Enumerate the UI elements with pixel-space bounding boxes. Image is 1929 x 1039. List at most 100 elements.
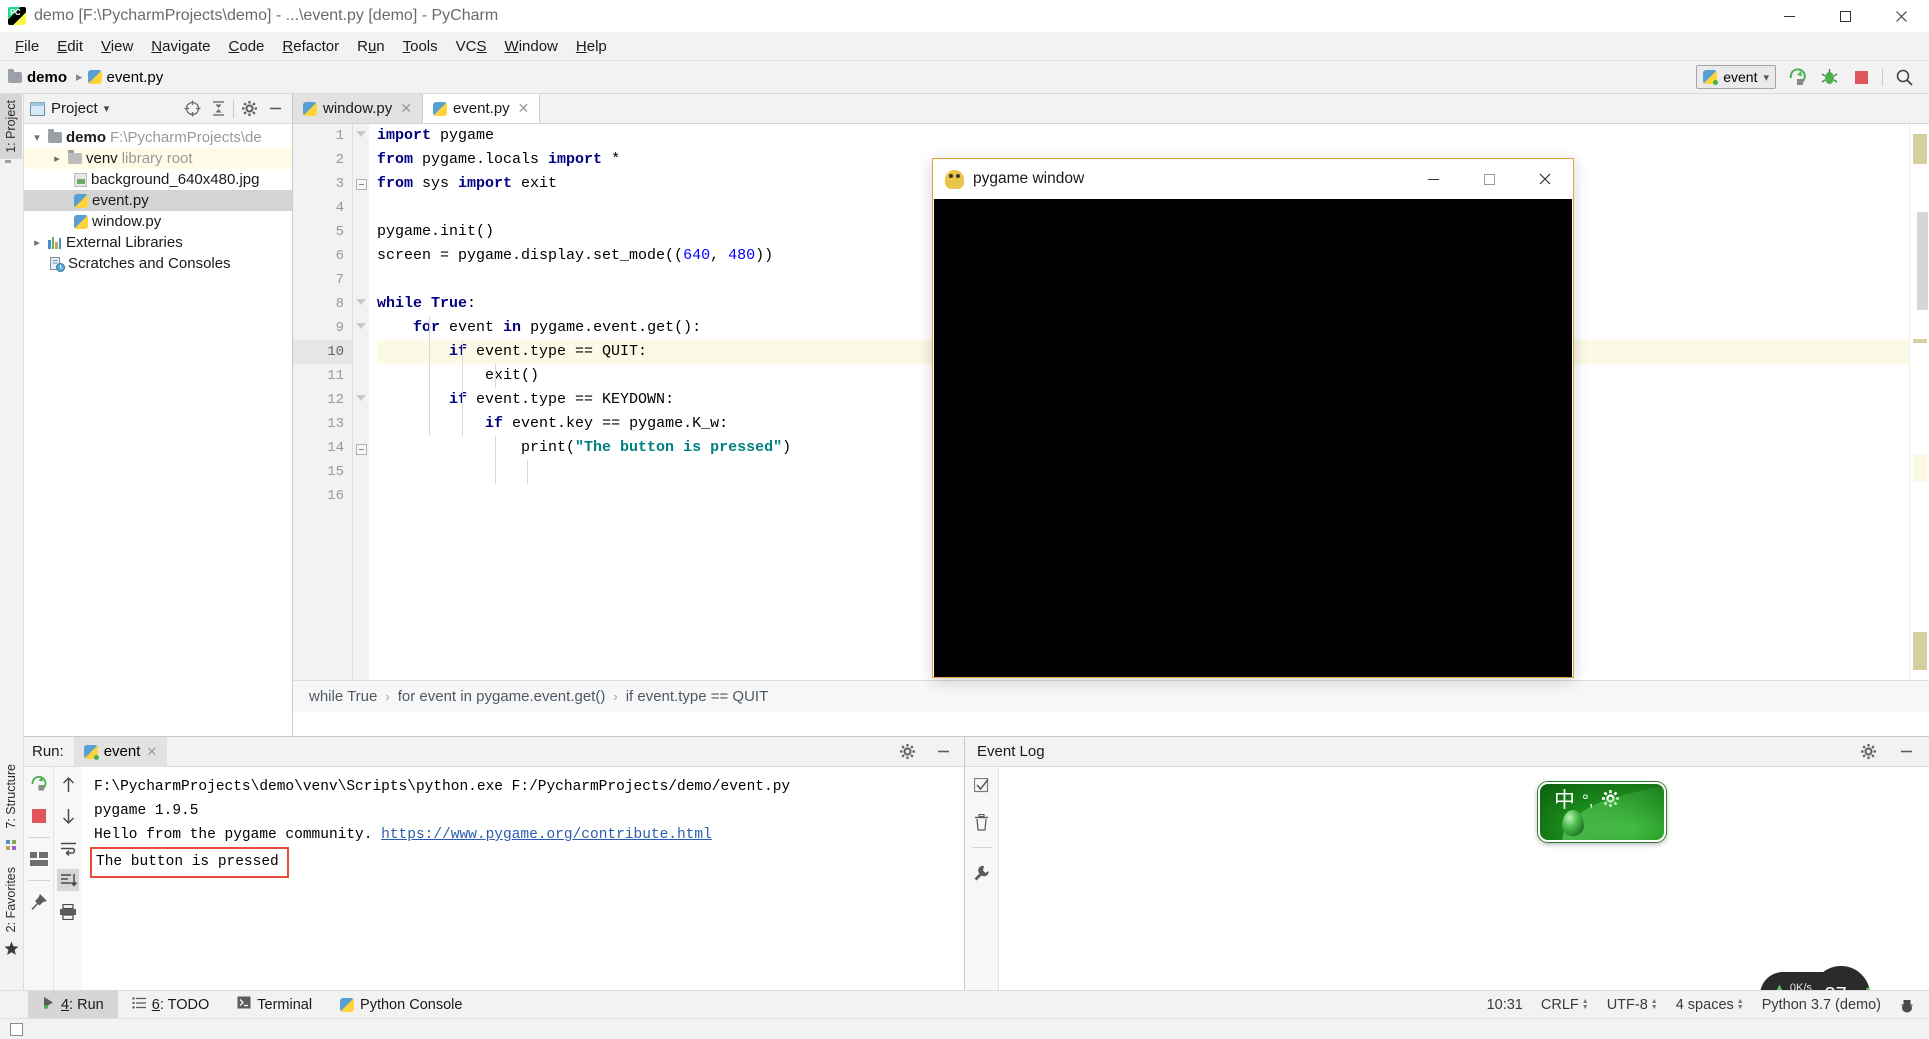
hector-icon[interactable] (1899, 997, 1915, 1013)
fold-marker-icon[interactable] (356, 179, 367, 190)
chevron-down-icon[interactable]: ▾ (30, 131, 44, 144)
window-close-button[interactable] (1873, 0, 1929, 33)
code-folding-gutter[interactable] (353, 124, 369, 680)
fold-marker-icon[interactable] (356, 299, 367, 310)
menu-vcs[interactable]: VCS (447, 35, 496, 58)
error-stripe-marker[interactable] (1913, 632, 1927, 670)
scroll-from-source-icon[interactable] (181, 98, 203, 120)
breadcrumb-item-if[interactable]: if event.type == QUIT (626, 688, 769, 705)
breadcrumb-item-for[interactable]: for event in pygame.event.get() (398, 688, 606, 705)
gear-icon[interactable] (1857, 741, 1879, 763)
arrow-up-icon[interactable] (57, 773, 79, 795)
bottom-tab-run[interactable]: 4: Run (28, 990, 118, 1019)
gear-icon[interactable] (896, 741, 918, 763)
tree-item-external-libraries[interactable]: ▸ External Libraries (24, 232, 292, 253)
fold-marker-icon[interactable] (356, 323, 367, 334)
pygame-title-bar[interactable]: pygame window (933, 159, 1573, 199)
status-interpreter[interactable]: Python 3.7 (demo) (1762, 997, 1881, 1013)
bottom-tab-todo[interactable]: 6: TODO (118, 991, 224, 1019)
wrench-icon[interactable] (971, 862, 993, 884)
ime-language-bar[interactable]: 中 °, (1538, 782, 1666, 842)
error-stripe-marker[interactable] (1913, 134, 1927, 164)
rerun-icon[interactable] (28, 773, 50, 795)
tree-item-scratches[interactable]: Scratches and Consoles (24, 253, 292, 274)
pygame-contribute-link[interactable]: https://www.pygame.org/contribute.html (381, 827, 712, 843)
debug-button[interactable] (1818, 66, 1840, 88)
menu-code[interactable]: Code (220, 35, 274, 58)
fold-marker-icon[interactable] (356, 444, 367, 455)
error-stripe-marker[interactable] (1913, 339, 1927, 343)
status-encoding[interactable]: UTF-8 ▲ ▼ (1607, 997, 1658, 1013)
chevron-right-icon[interactable]: ▸ (50, 152, 64, 165)
tree-item-label: window.py (92, 213, 162, 230)
menu-edit[interactable]: Edit (48, 35, 92, 58)
sidebar-item-project[interactable]: 1: Project (0, 94, 22, 159)
run-configuration-selector[interactable]: event ▾ (1696, 65, 1776, 89)
gear-icon[interactable] (238, 98, 260, 120)
print-icon[interactable] (57, 901, 79, 923)
menu-help[interactable]: Help (567, 35, 616, 58)
mark-read-icon[interactable] (971, 775, 993, 797)
menu-file[interactable]: File (6, 35, 48, 58)
tree-item-event-py[interactable]: event.py (24, 190, 292, 211)
chevron-down-icon: ▾ (1763, 71, 1769, 84)
window-maximize-button[interactable] (1817, 0, 1873, 33)
run-tab-event[interactable]: event ✕ (73, 736, 168, 767)
fold-marker-icon[interactable] (356, 395, 367, 406)
pygame-close-button[interactable] (1517, 159, 1573, 199)
window-restore-icon[interactable] (10, 1022, 23, 1036)
sidebar-item-structure[interactable]: 7: Structure (0, 758, 22, 835)
run-console-output[interactable]: F:\PycharmProjects\demo\venv\Scripts\pyt… (82, 767, 964, 991)
tab-window-py[interactable]: window.py ✕ (293, 94, 423, 123)
tree-item-demo[interactable]: ▾ demo F:\PycharmProjects\de (24, 127, 292, 148)
menu-navigate[interactable]: Navigate (142, 35, 219, 58)
tree-item-label: event.py (92, 192, 149, 209)
tree-item-window-py[interactable]: window.py (24, 211, 292, 232)
tab-event-py[interactable]: event.py ✕ (422, 94, 541, 123)
tree-item-background-image[interactable]: background_640x480.jpg (24, 169, 292, 190)
status-indent[interactable]: 4 spaces ▲ ▼ (1676, 997, 1744, 1013)
trash-icon[interactable] (971, 811, 993, 833)
pygame-canvas[interactable] (934, 199, 1572, 677)
pin-icon[interactable] (28, 891, 50, 913)
window-minimize-button[interactable] (1761, 0, 1817, 33)
breadcrumb-file[interactable]: event.py (87, 69, 163, 86)
menu-refactor[interactable]: Refactor (273, 35, 348, 58)
menu-run[interactable]: Run (348, 35, 394, 58)
tree-item-venv[interactable]: ▸ venv library root (24, 148, 292, 169)
search-icon[interactable] (1893, 66, 1915, 88)
close-icon[interactable]: ✕ (518, 100, 530, 117)
collapse-all-icon[interactable] (207, 98, 229, 120)
layout-icon[interactable] (28, 848, 50, 870)
editor-scrollbar-thumb[interactable] (1917, 212, 1928, 310)
breadcrumb-project[interactable]: demo (8, 68, 67, 86)
menu-window[interactable]: Window (496, 35, 567, 58)
line-number: 9 (335, 320, 344, 336)
project-panel-caret-icon[interactable]: ▾ (104, 102, 110, 115)
bottom-tab-terminal[interactable]: Terminal (223, 991, 326, 1019)
close-icon[interactable]: ✕ (146, 744, 157, 760)
stop-icon[interactable] (28, 805, 50, 827)
hide-panel-icon[interactable] (264, 98, 286, 120)
fold-marker-icon[interactable] (356, 131, 367, 142)
stop-button[interactable] (1850, 66, 1872, 88)
scroll-to-end-icon[interactable] (57, 869, 79, 891)
chevron-right-icon[interactable]: ▸ (30, 236, 44, 249)
breadcrumb-item-while[interactable]: while True (309, 688, 377, 705)
ime-mode-chinese[interactable]: 中 (1554, 790, 1575, 811)
hide-panel-icon[interactable] (1895, 741, 1917, 763)
bottom-tab-python-console[interactable]: Python Console (326, 991, 476, 1019)
pygame-minimize-button[interactable] (1405, 159, 1461, 199)
soft-wrap-icon[interactable] (57, 837, 79, 859)
hide-panel-icon[interactable] (932, 741, 954, 763)
run-button[interactable] (1786, 66, 1808, 88)
pygame-window[interactable]: pygame window (932, 158, 1574, 678)
editor-marker-gutter[interactable] (1909, 124, 1929, 680)
menu-tools[interactable]: Tools (394, 35, 447, 58)
pygame-maximize-button[interactable] (1461, 159, 1517, 199)
arrow-down-icon[interactable] (57, 805, 79, 827)
menu-view[interactable]: View (92, 35, 142, 58)
close-icon[interactable]: ✕ (400, 100, 412, 117)
sidebar-item-favorites[interactable]: 2: Favorites (0, 861, 22, 938)
status-line-separator[interactable]: CRLF ▲ ▼ (1541, 997, 1589, 1013)
